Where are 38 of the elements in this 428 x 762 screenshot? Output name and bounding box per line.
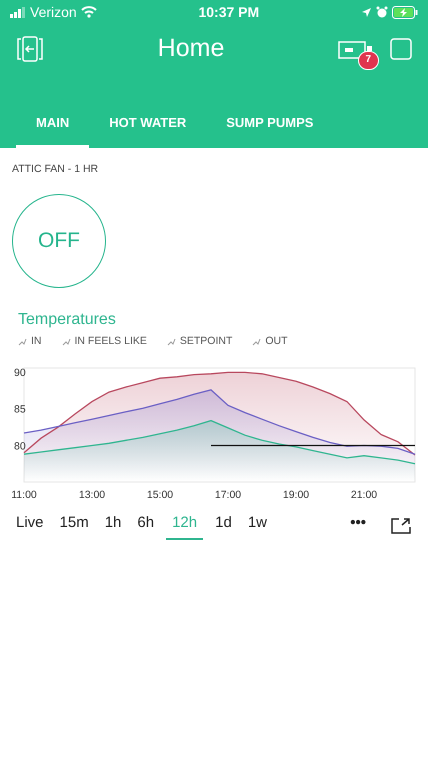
range-tab[interactable]: 1w	[248, 512, 267, 540]
x-tick-label: 15:00	[146, 488, 174, 500]
alarm-icon	[376, 6, 388, 18]
x-tick-label: 13:00	[78, 488, 106, 500]
legend-label[interactable]: OUT	[265, 334, 288, 350]
range-tab[interactable]: 15m	[60, 512, 89, 540]
notification-badge: 7	[358, 50, 379, 70]
legend-line-icon[interactable]	[252, 338, 262, 346]
expand-icon[interactable]	[390, 516, 412, 535]
location-icon	[360, 6, 372, 18]
y-tick-label: 85	[14, 403, 26, 416]
range-tab[interactable]: 1h	[104, 512, 122, 540]
x-tick-label: 11:00	[11, 488, 37, 500]
exit-icon[interactable]	[16, 35, 44, 63]
x-tick-label: 21:00	[350, 488, 378, 500]
wifi-icon	[80, 6, 97, 18]
screen-title: Home	[158, 33, 224, 64]
legend-label[interactable]: IN FEELS LIKE	[74, 334, 147, 350]
more-button[interactable]: •••	[350, 512, 366, 540]
y-tick-label: 80	[14, 440, 26, 452]
legend-line-icon[interactable]	[18, 338, 27, 346]
y-tick-label: 90	[14, 366, 26, 379]
legend-label[interactable]: IN	[31, 334, 42, 350]
chart-title: Temperatures	[17, 310, 117, 330]
signal-icon	[10, 6, 26, 18]
legend-line-icon[interactable]	[166, 338, 176, 346]
range-tab[interactable]: 1d	[215, 512, 232, 540]
x-tick-label: 17:00	[214, 488, 242, 500]
square-icon[interactable]	[390, 38, 412, 60]
battery-icon	[392, 6, 418, 18]
legend-line-icon[interactable]	[62, 338, 70, 346]
range-tab[interactable]: 6h	[137, 512, 154, 540]
carrier-name: Verizon	[30, 2, 77, 22]
legend-label[interactable]: SETPOINT	[180, 334, 232, 350]
clock: 10:37 PM	[197, 2, 260, 22]
range-tab[interactable]: Live	[16, 512, 44, 540]
widget-label: ATTIC FAN - 1 HR	[11, 162, 100, 177]
x-tick-label: 19:00	[282, 488, 310, 500]
